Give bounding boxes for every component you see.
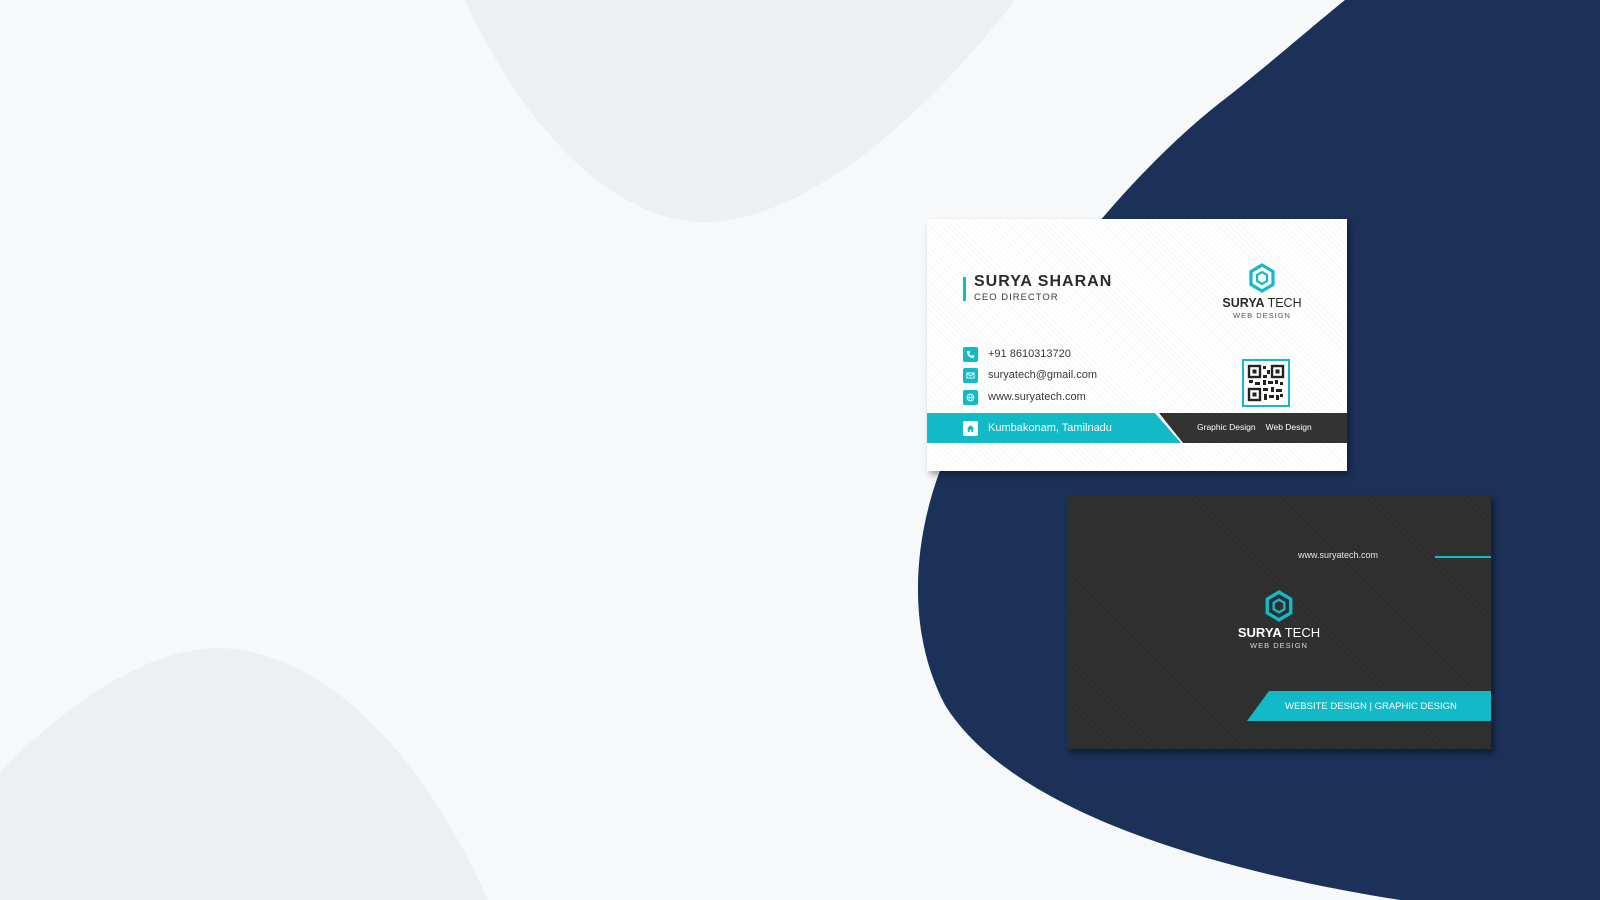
services-list: Graphic Design Web Design — [1197, 422, 1312, 432]
business-card-front: SURYA SHARAN CEO DIRECTOR SURYA TECH WEB … — [927, 219, 1347, 471]
brand-logo: SURYA TECH WEB DESIGN — [1218, 263, 1306, 320]
brand-name: SURYA TECH — [1222, 296, 1302, 310]
globe-icon — [963, 389, 978, 405]
contact-email: suryatech@gmail.com — [963, 367, 1097, 383]
brand-logo: SURYA TECH WEB DESIGN — [1233, 590, 1325, 650]
service-item: Web Design — [1265, 422, 1312, 432]
url-accent-line — [1435, 556, 1491, 558]
contact-address: Kumbakonam, Tamilnadu — [963, 420, 1112, 436]
brand-tagline: WEB DESIGN — [1233, 311, 1291, 320]
mail-icon — [963, 367, 978, 383]
contact-phone: +91 8610313720 — [963, 346, 1071, 362]
qr-code-icon — [1242, 359, 1290, 407]
brand-tagline: WEB DESIGN — [1250, 641, 1308, 650]
person-title: CEO DIRECTOR — [974, 292, 1059, 303]
hexagon-icon — [1265, 590, 1293, 622]
home-icon — [963, 420, 978, 436]
services-ribbon-text: WEBSITE DESIGN | GRAPHIC DESIGN — [1285, 701, 1457, 712]
service-item: Graphic Design — [1197, 422, 1256, 432]
hexagon-icon — [1249, 263, 1275, 293]
phone-icon — [963, 346, 978, 362]
contact-website: www.suryatech.com — [963, 389, 1086, 405]
background — [0, 0, 1600, 900]
name-accent-bar — [963, 277, 966, 301]
person-name: SURYA SHARAN — [974, 273, 1113, 290]
website-url: www.suryatech.com — [1297, 550, 1378, 560]
brand-name: SURYA TECH — [1237, 625, 1321, 640]
business-card-back: www.suryatech.com SURYA TECH WEB DESIGN W… — [1067, 496, 1491, 749]
